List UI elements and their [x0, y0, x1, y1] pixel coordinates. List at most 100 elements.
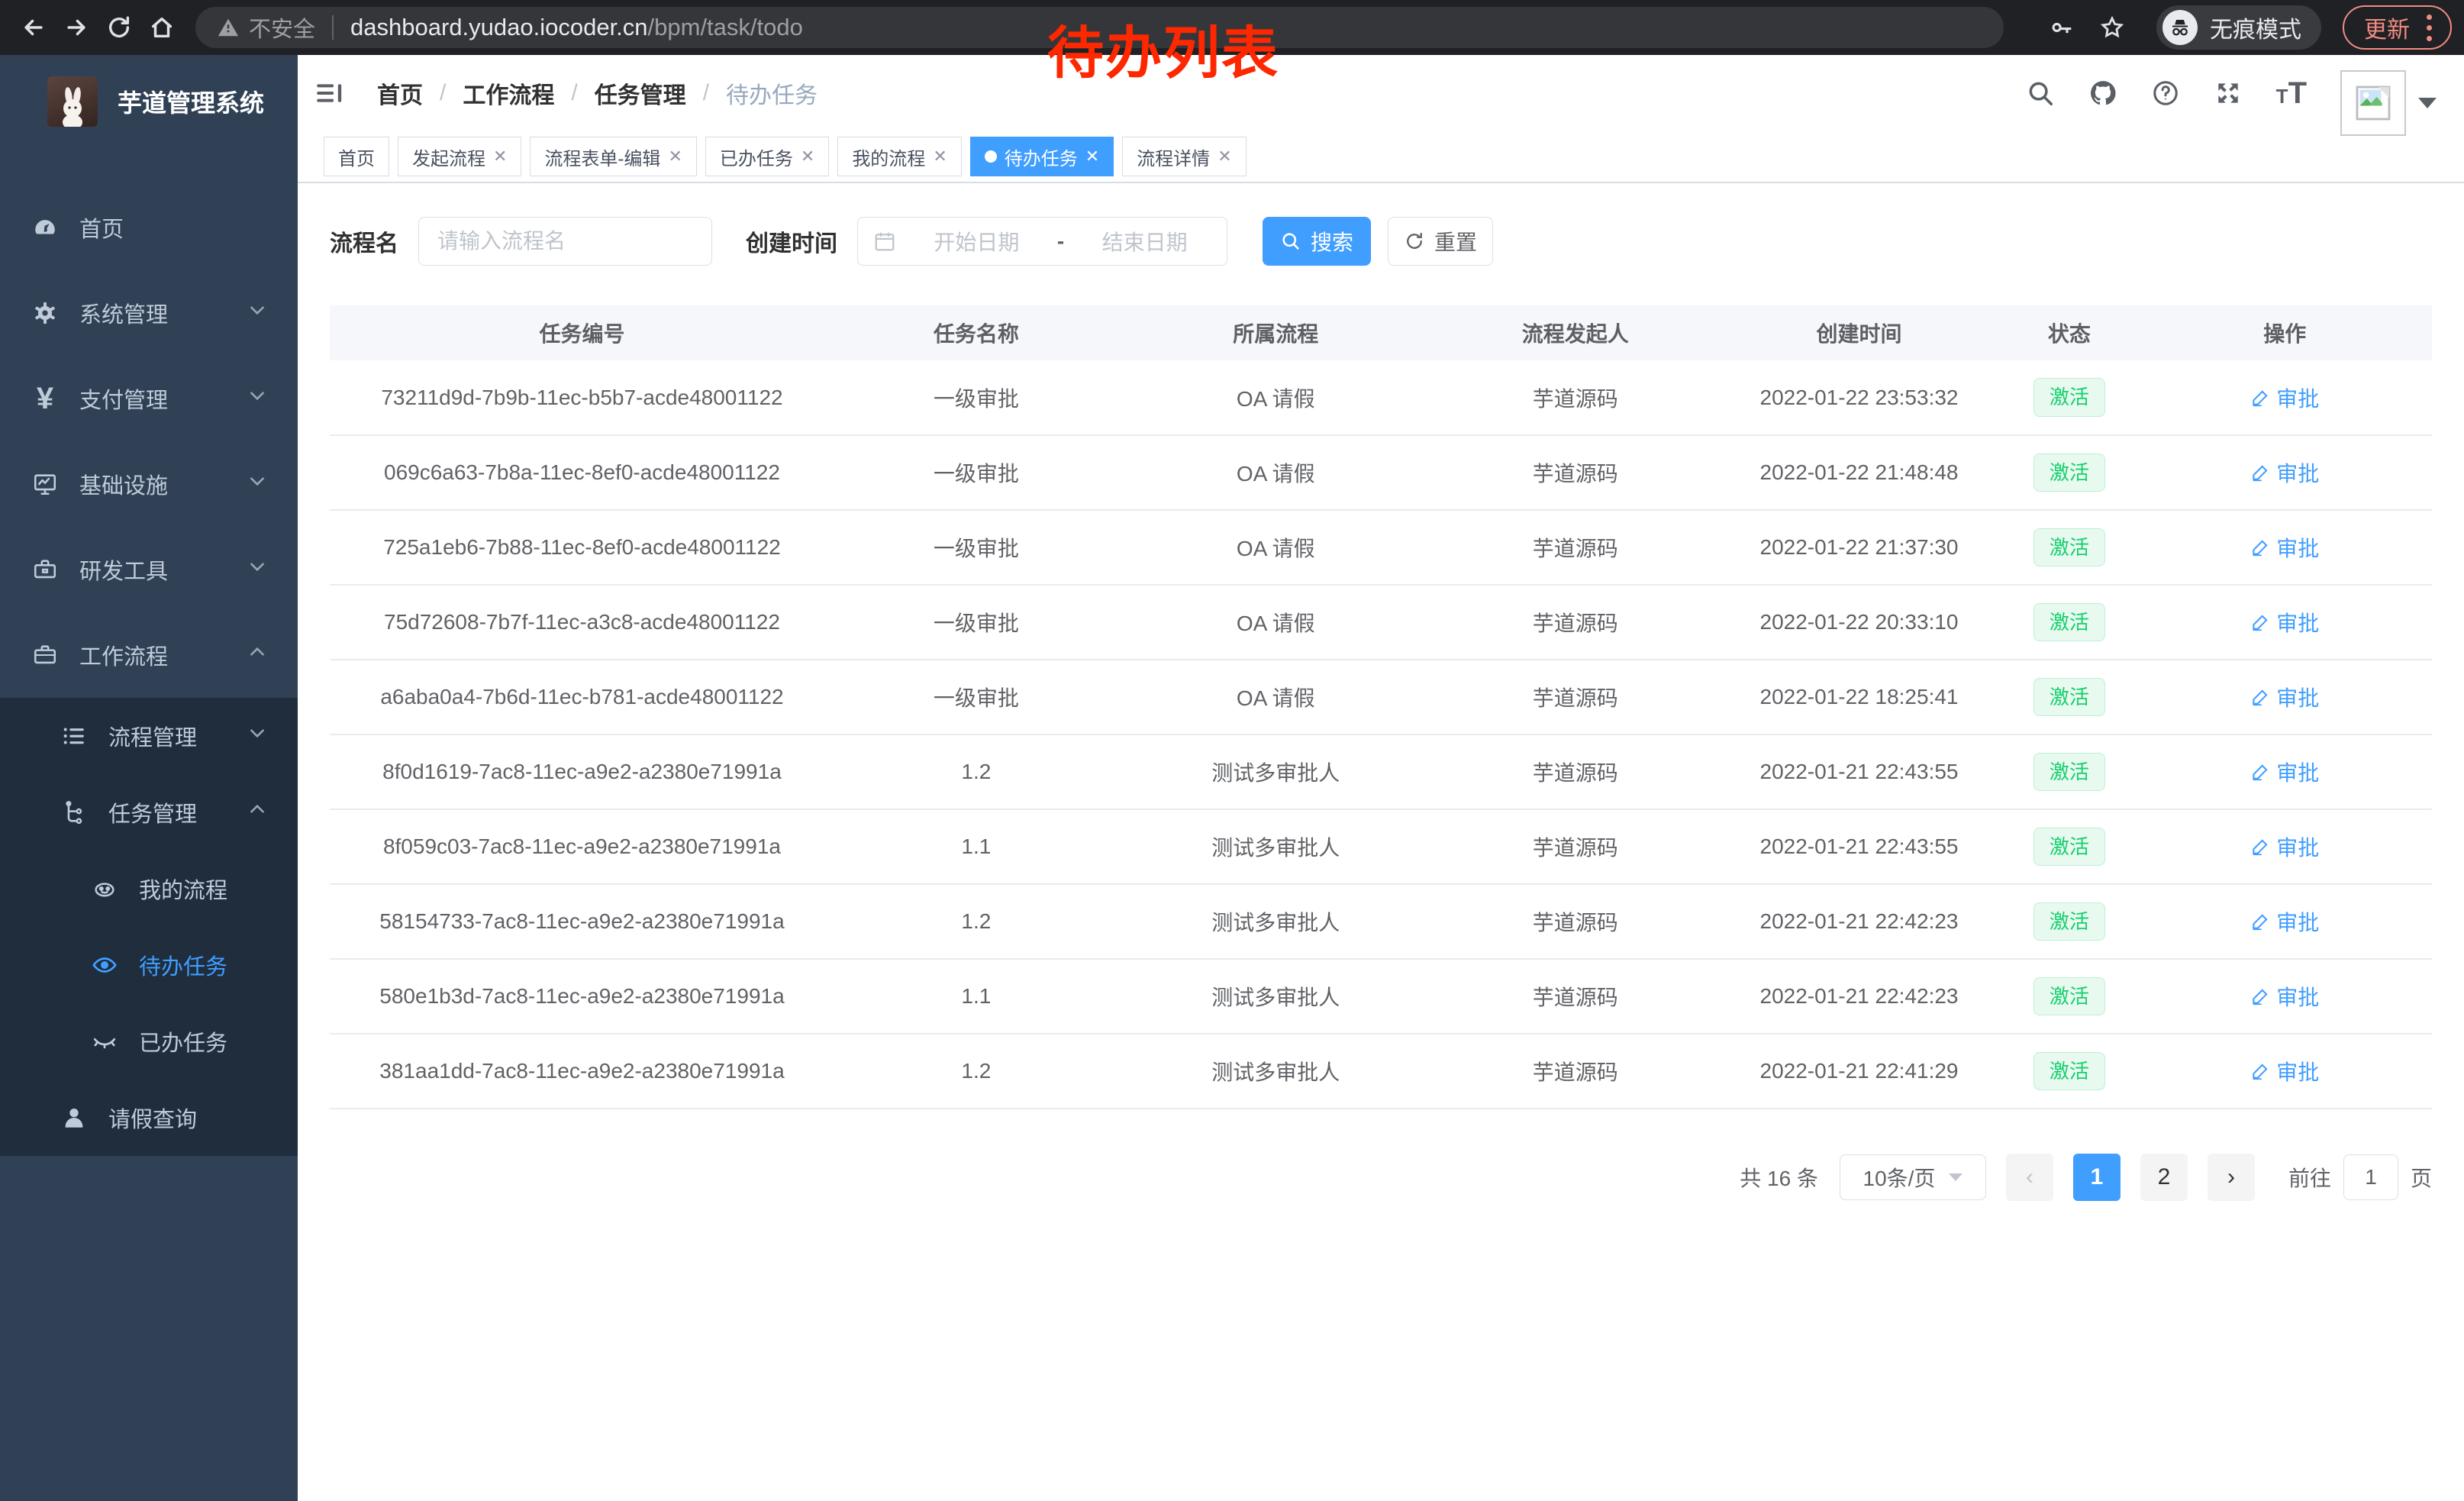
github-icon[interactable]	[2088, 79, 2117, 108]
sidebar-item-todo-tasks[interactable]: 待办任务	[0, 927, 298, 1003]
cell-create-time: 2022-01-21 22:42:23	[1717, 884, 2001, 959]
table-row: 73211d9d-7b9b-11ec-b5b7-acde48001122 一级审…	[330, 360, 2432, 435]
browser-update-button[interactable]: 更新	[2343, 5, 2452, 50]
sidebar-item-leave-query[interactable]: 请假查询	[0, 1080, 298, 1156]
browser-home-button[interactable]	[140, 6, 183, 49]
sidebar-item-system[interactable]: 系统管理	[0, 270, 298, 356]
sidebar-item-done-tasks[interactable]: 已办任务	[0, 1003, 298, 1080]
approve-button[interactable]: 审批	[2250, 532, 2319, 563]
close-icon[interactable]: ✕	[493, 147, 507, 166]
browser-menu-icon[interactable]	[2424, 11, 2435, 44]
tab-process-detail[interactable]: 流程详情✕	[1122, 137, 1246, 176]
edit-pencil-icon	[2250, 612, 2270, 632]
sidebar-item-home[interactable]: 首页	[0, 185, 298, 270]
reset-button[interactable]: 重置	[1388, 217, 1493, 266]
cell-starter: 芋道源码	[1434, 809, 1717, 884]
search-icon	[1280, 231, 1301, 252]
search-icon[interactable]	[2026, 79, 2055, 108]
sidebar-toggle-icon[interactable]	[313, 76, 347, 110]
not-secure-indicator[interactable]: 不安全	[217, 11, 315, 44]
approve-button[interactable]: 审批	[2250, 831, 2319, 862]
tab-start-process[interactable]: 发起流程✕	[398, 137, 521, 176]
url-text: dashboard.yudao.iocoder.cn/bpm/task/todo	[350, 14, 803, 41]
app-logo[interactable]: 芋道管理系统	[0, 55, 298, 148]
close-icon[interactable]: ✕	[801, 147, 814, 166]
tab-my-process[interactable]: 我的流程✕	[837, 137, 961, 176]
chevron-down-icon	[247, 723, 267, 749]
table-row: 580e1b3d-7ac8-11ec-a9e2-a2380e71991a 1.1…	[330, 959, 2432, 1034]
table-row: a6aba0a4-7b6d-11ec-b781-acde48001122 一级审…	[330, 660, 2432, 734]
chevron-up-icon	[247, 799, 267, 825]
next-page-button[interactable]: ›	[2208, 1154, 2255, 1201]
col-process: 所属流程	[1118, 305, 1434, 360]
breadcrumb-home[interactable]: 首页	[377, 76, 423, 110]
user-menu[interactable]	[2340, 70, 2437, 136]
approve-button[interactable]: 审批	[2250, 607, 2319, 638]
approve-button[interactable]: 审批	[2250, 682, 2319, 712]
breadcrumb-task-manage[interactable]: 任务管理	[595, 76, 686, 110]
page-button-1[interactable]: 1	[2073, 1154, 2121, 1201]
goto-page-input[interactable]	[2343, 1154, 2398, 1200]
edit-pencil-icon	[2250, 762, 2270, 782]
cell-task-id: 58154733-7ac8-11ec-a9e2-a2380e71991a	[330, 884, 834, 959]
cell-task-name: 1.2	[834, 884, 1118, 959]
browser-forward-button[interactable]	[55, 6, 98, 49]
chevron-down-icon	[247, 300, 267, 326]
sidebar-item-my-process[interactable]: 我的流程	[0, 851, 298, 927]
avatar[interactable]	[2340, 70, 2406, 136]
tab-done-tasks[interactable]: 已办任务✕	[705, 137, 829, 176]
breadcrumb-workflow[interactable]: 工作流程	[463, 76, 554, 110]
help-icon[interactable]	[2151, 79, 2180, 108]
tab-todo-tasks[interactable]: 待办任务✕	[970, 137, 1114, 176]
sidebar-item-process-manage[interactable]: 流程管理	[0, 698, 298, 774]
tab-home[interactable]: 首页	[324, 137, 389, 176]
page-button-2[interactable]: 2	[2140, 1154, 2188, 1201]
process-name-input[interactable]	[418, 217, 712, 266]
status-badge: 激活	[2033, 753, 2105, 792]
edit-pencil-icon	[2250, 1061, 2270, 1081]
approve-button[interactable]: 审批	[2250, 457, 2319, 488]
close-icon[interactable]: ✕	[668, 147, 682, 166]
cell-task-id: 73211d9d-7b9b-11ec-b5b7-acde48001122	[330, 360, 834, 435]
date-range-picker[interactable]: 开始日期 - 结束日期	[857, 217, 1227, 266]
fullscreen-icon[interactable]	[2214, 79, 2243, 108]
sidebar-item-infra[interactable]: 基础设施	[0, 441, 298, 527]
cell-starter: 芋道源码	[1434, 435, 1717, 510]
breadcrumb-current: 待办任务	[726, 76, 818, 110]
cell-task-name: 1.2	[834, 734, 1118, 809]
warning-icon	[217, 16, 240, 39]
close-icon[interactable]: ✕	[1085, 147, 1099, 166]
user-icon	[61, 1105, 87, 1131]
toolbox-icon	[32, 557, 58, 583]
browser-back-button[interactable]	[12, 6, 55, 49]
font-size-icon[interactable]: TT	[2276, 78, 2307, 108]
sidebar-item-devtools[interactable]: 研发工具	[0, 527, 298, 612]
browser-reload-button[interactable]	[98, 6, 140, 49]
status-badge: 激活	[2033, 678, 2105, 717]
cell-starter: 芋道源码	[1434, 1034, 1717, 1109]
approve-button[interactable]: 审批	[2250, 981, 2319, 1012]
sidebar-item-task-manage[interactable]: 任务管理	[0, 774, 298, 851]
sidebar-item-payment[interactable]: ¥ 支付管理	[0, 356, 298, 441]
tab-form-edit[interactable]: 流程表单-编辑✕	[530, 137, 696, 176]
cell-task-name: 一级审批	[834, 360, 1118, 435]
close-icon[interactable]: ✕	[1217, 147, 1231, 166]
bookmark-star-icon[interactable]	[2091, 6, 2133, 49]
cell-task-name: 1.1	[834, 809, 1118, 884]
cell-task-id: 725a1eb6-7b88-11ec-8ef0-acde48001122	[330, 510, 834, 585]
approve-button[interactable]: 审批	[2250, 757, 2319, 787]
table-row: 8f059c03-7ac8-11ec-a9e2-a2380e71991a 1.1…	[330, 809, 2432, 884]
close-icon[interactable]: ✕	[933, 147, 947, 166]
approve-button[interactable]: 审批	[2250, 383, 2319, 413]
cell-starter: 芋道源码	[1434, 360, 1717, 435]
cell-create-time: 2022-01-22 20:33:10	[1717, 585, 2001, 660]
search-button[interactable]: 搜索	[1263, 217, 1371, 266]
approve-button[interactable]: 审批	[2250, 906, 2319, 937]
prev-page-button[interactable]: ‹	[2006, 1154, 2053, 1201]
page-size-select[interactable]: 10条/页	[1840, 1154, 1986, 1200]
sidebar-item-workflow[interactable]: 工作流程	[0, 612, 298, 698]
password-key-icon[interactable]	[2040, 6, 2083, 49]
approve-button[interactable]: 审批	[2250, 1056, 2319, 1086]
tree-icon	[61, 799, 87, 825]
start-date-placeholder: 开始日期	[910, 226, 1043, 257]
